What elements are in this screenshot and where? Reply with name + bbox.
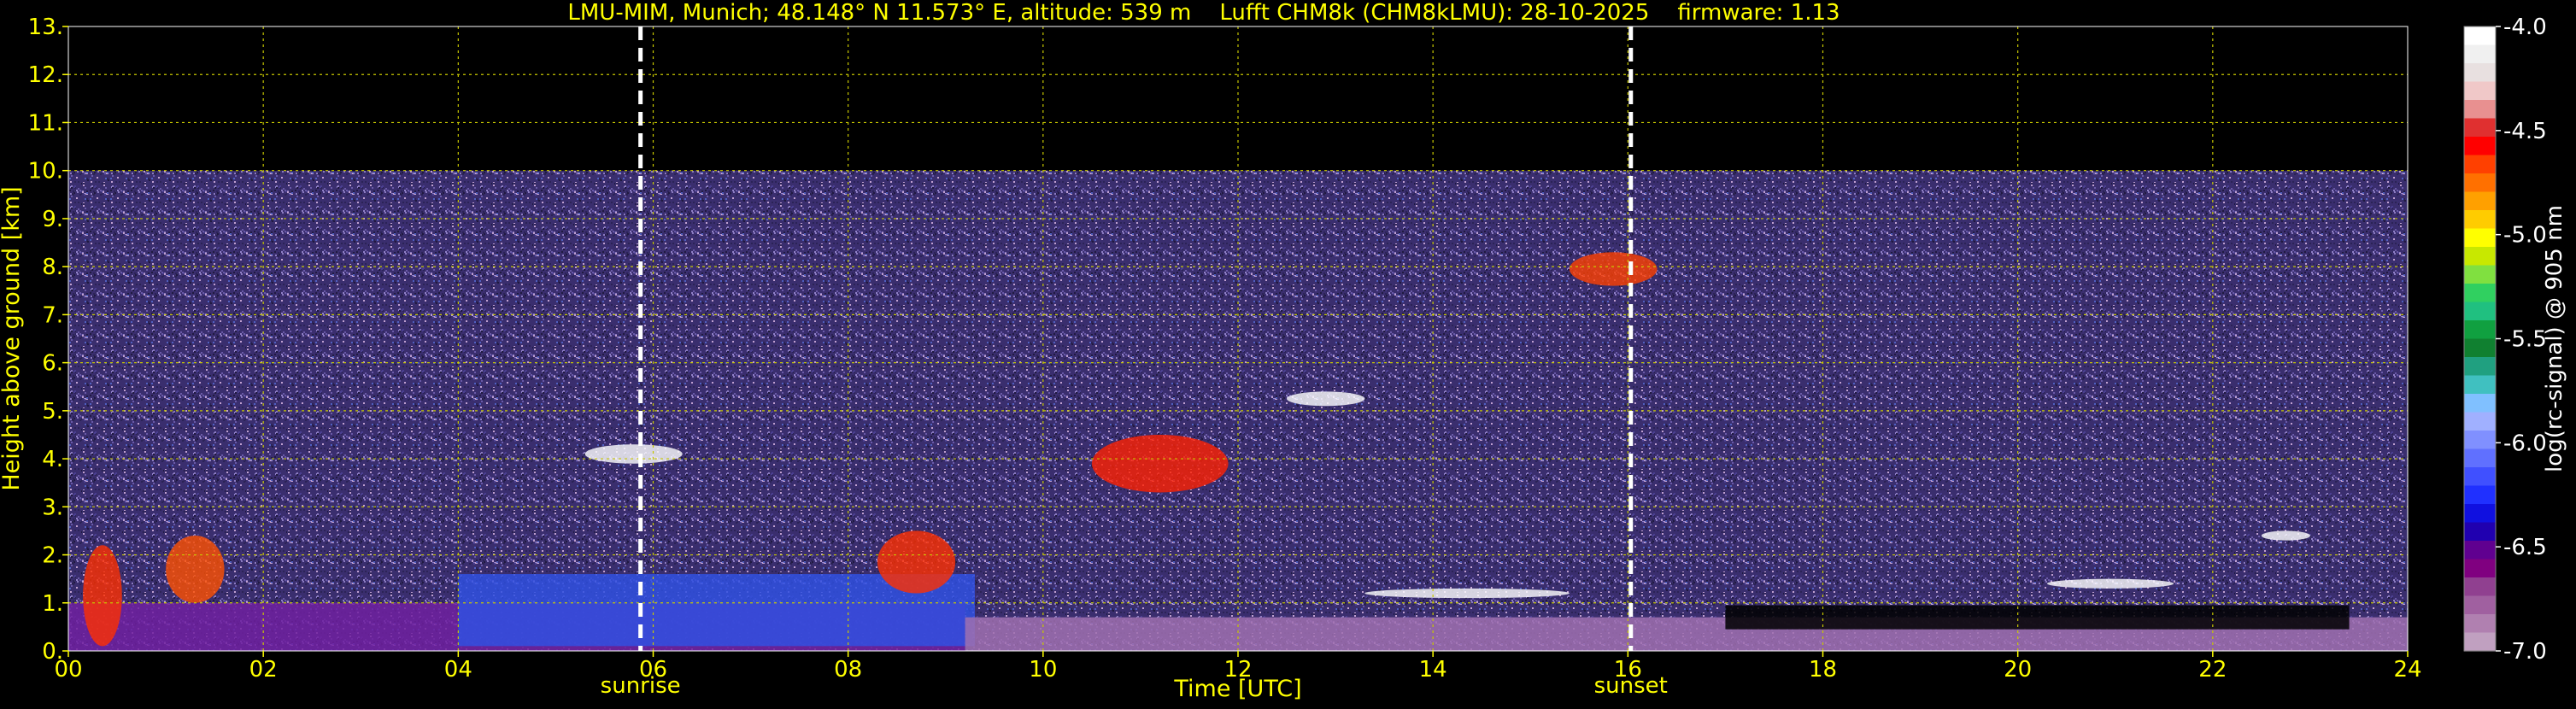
- colorbar-segment: [2464, 394, 2496, 413]
- x-tick-label: 08: [834, 657, 862, 683]
- cloud-feature: [1364, 588, 1570, 599]
- colorbar-segment: [2464, 541, 2496, 560]
- colorbar-segment: [2464, 338, 2496, 358]
- colorbar-segment: [2464, 63, 2496, 83]
- cloud-feature: [584, 444, 683, 464]
- cloud-feature: [1569, 252, 1658, 286]
- cloud-feature: [1091, 434, 1229, 493]
- y-tick-label: 3.: [42, 495, 63, 520]
- colorbar-segment: [2464, 504, 2496, 524]
- y-tick-label: 9.: [42, 207, 63, 232]
- y-tick-label: 0.: [42, 639, 63, 665]
- colorbar-tick-label: -7.0: [2503, 639, 2547, 665]
- colorbar-segment: [2464, 173, 2496, 193]
- colorbar-segment: [2464, 191, 2496, 211]
- x-tick-label: 22: [2198, 657, 2227, 683]
- y-tick-label: 1.: [42, 591, 63, 617]
- y-tick-label: 7.: [42, 302, 63, 328]
- colorbar-segment: [2464, 632, 2496, 652]
- x-tick-label: 18: [1809, 657, 1837, 683]
- colorbar-segment: [2464, 247, 2496, 267]
- colorbar-segment: [2464, 577, 2496, 597]
- colorbar-segment: [2464, 302, 2496, 321]
- x-tick-label: 20: [2004, 657, 2032, 683]
- colorbar-segment: [2464, 100, 2496, 120]
- colorbar-segment: [2464, 467, 2496, 487]
- cloud-feature: [166, 536, 225, 603]
- colorbar-segment: [2464, 118, 2496, 138]
- colorbar-tick-label: -6.5: [2503, 535, 2547, 560]
- cloud-feature: [83, 545, 122, 647]
- y-tick-label: 6.: [42, 351, 63, 377]
- colorbar-segment: [2464, 228, 2496, 248]
- backscatter-heatmap: 00 02 04 06 08 10 12 14 16 18 20 22 240.1.2.3.4.5.6.…: [0, 15, 2567, 702]
- colorbar-segment: [2464, 595, 2496, 615]
- colorbar-segment: [2464, 210, 2496, 230]
- cloud-feature: [1287, 391, 1365, 407]
- y-tick-label: 5.: [42, 399, 63, 425]
- sunset-label: sunset: [1594, 673, 1668, 699]
- colorbar-segment: [2464, 448, 2496, 468]
- colorbar-segment: [2464, 559, 2496, 578]
- x-tick-label: 10: [1029, 657, 1057, 683]
- clear-gap: [1725, 605, 2350, 630]
- colorbar-segment: [2464, 81, 2496, 101]
- x-axis-label: Time [UTC]: [1173, 676, 1301, 702]
- colorbar-segment: [2464, 614, 2496, 634]
- x-tick-label: 04: [444, 657, 472, 683]
- colorbar-segment: [2464, 375, 2496, 395]
- y-tick-label: 10.: [28, 159, 63, 185]
- colorbar-tick-label: -5.5: [2503, 327, 2547, 353]
- colorbar-segment: [2464, 522, 2496, 542]
- ceilometer-figure: LMU-MIM, Munich; 48.148° N 11.573° E, al…: [0, 0, 2576, 706]
- colorbar-segment: [2464, 137, 2496, 156]
- y-tick-label: 12.: [28, 62, 63, 88]
- colorbar-segment: [2464, 155, 2496, 174]
- colorbar-tick-label: -4.0: [2503, 15, 2547, 40]
- colorbar-tick-label: -4.5: [2503, 119, 2547, 144]
- x-tick-label: 14: [1419, 657, 1447, 683]
- x-tick-label: 24: [2393, 657, 2421, 683]
- colorbar-segment: [2464, 284, 2496, 303]
- colorbar-label: log(rc-signal) @ 905 nm: [2542, 205, 2567, 472]
- colorbar-segment: [2464, 431, 2496, 450]
- colorbar-tick-label: -6.0: [2503, 431, 2547, 456]
- colorbar-segment: [2464, 265, 2496, 284]
- sunrise-label: sunrise: [601, 673, 681, 699]
- colorbar-segment: [2464, 26, 2496, 46]
- y-tick-label: 11.: [28, 110, 63, 136]
- y-tick-label: 4.: [42, 447, 63, 472]
- colorbar-segment: [2464, 485, 2496, 505]
- y-tick-label: 2.: [42, 543, 63, 569]
- chart-title: LMU-MIM, Munich; 48.148° N 11.573° E, al…: [567, 0, 1840, 26]
- colorbar-segment: [2464, 357, 2496, 377]
- colorbar-tick-label: -5.0: [2503, 223, 2547, 249]
- y-tick-label: 8.: [42, 255, 63, 280]
- colorbar-segment: [2464, 44, 2496, 64]
- y-axis-label: Height above ground [km]: [0, 186, 25, 490]
- cloud-feature: [2046, 578, 2174, 589]
- x-tick-label: 02: [249, 657, 278, 683]
- colorbar-segment: [2464, 320, 2496, 340]
- cloud-feature: [877, 530, 956, 594]
- colorbar-segment: [2464, 412, 2496, 431]
- cloud-feature: [2261, 530, 2310, 541]
